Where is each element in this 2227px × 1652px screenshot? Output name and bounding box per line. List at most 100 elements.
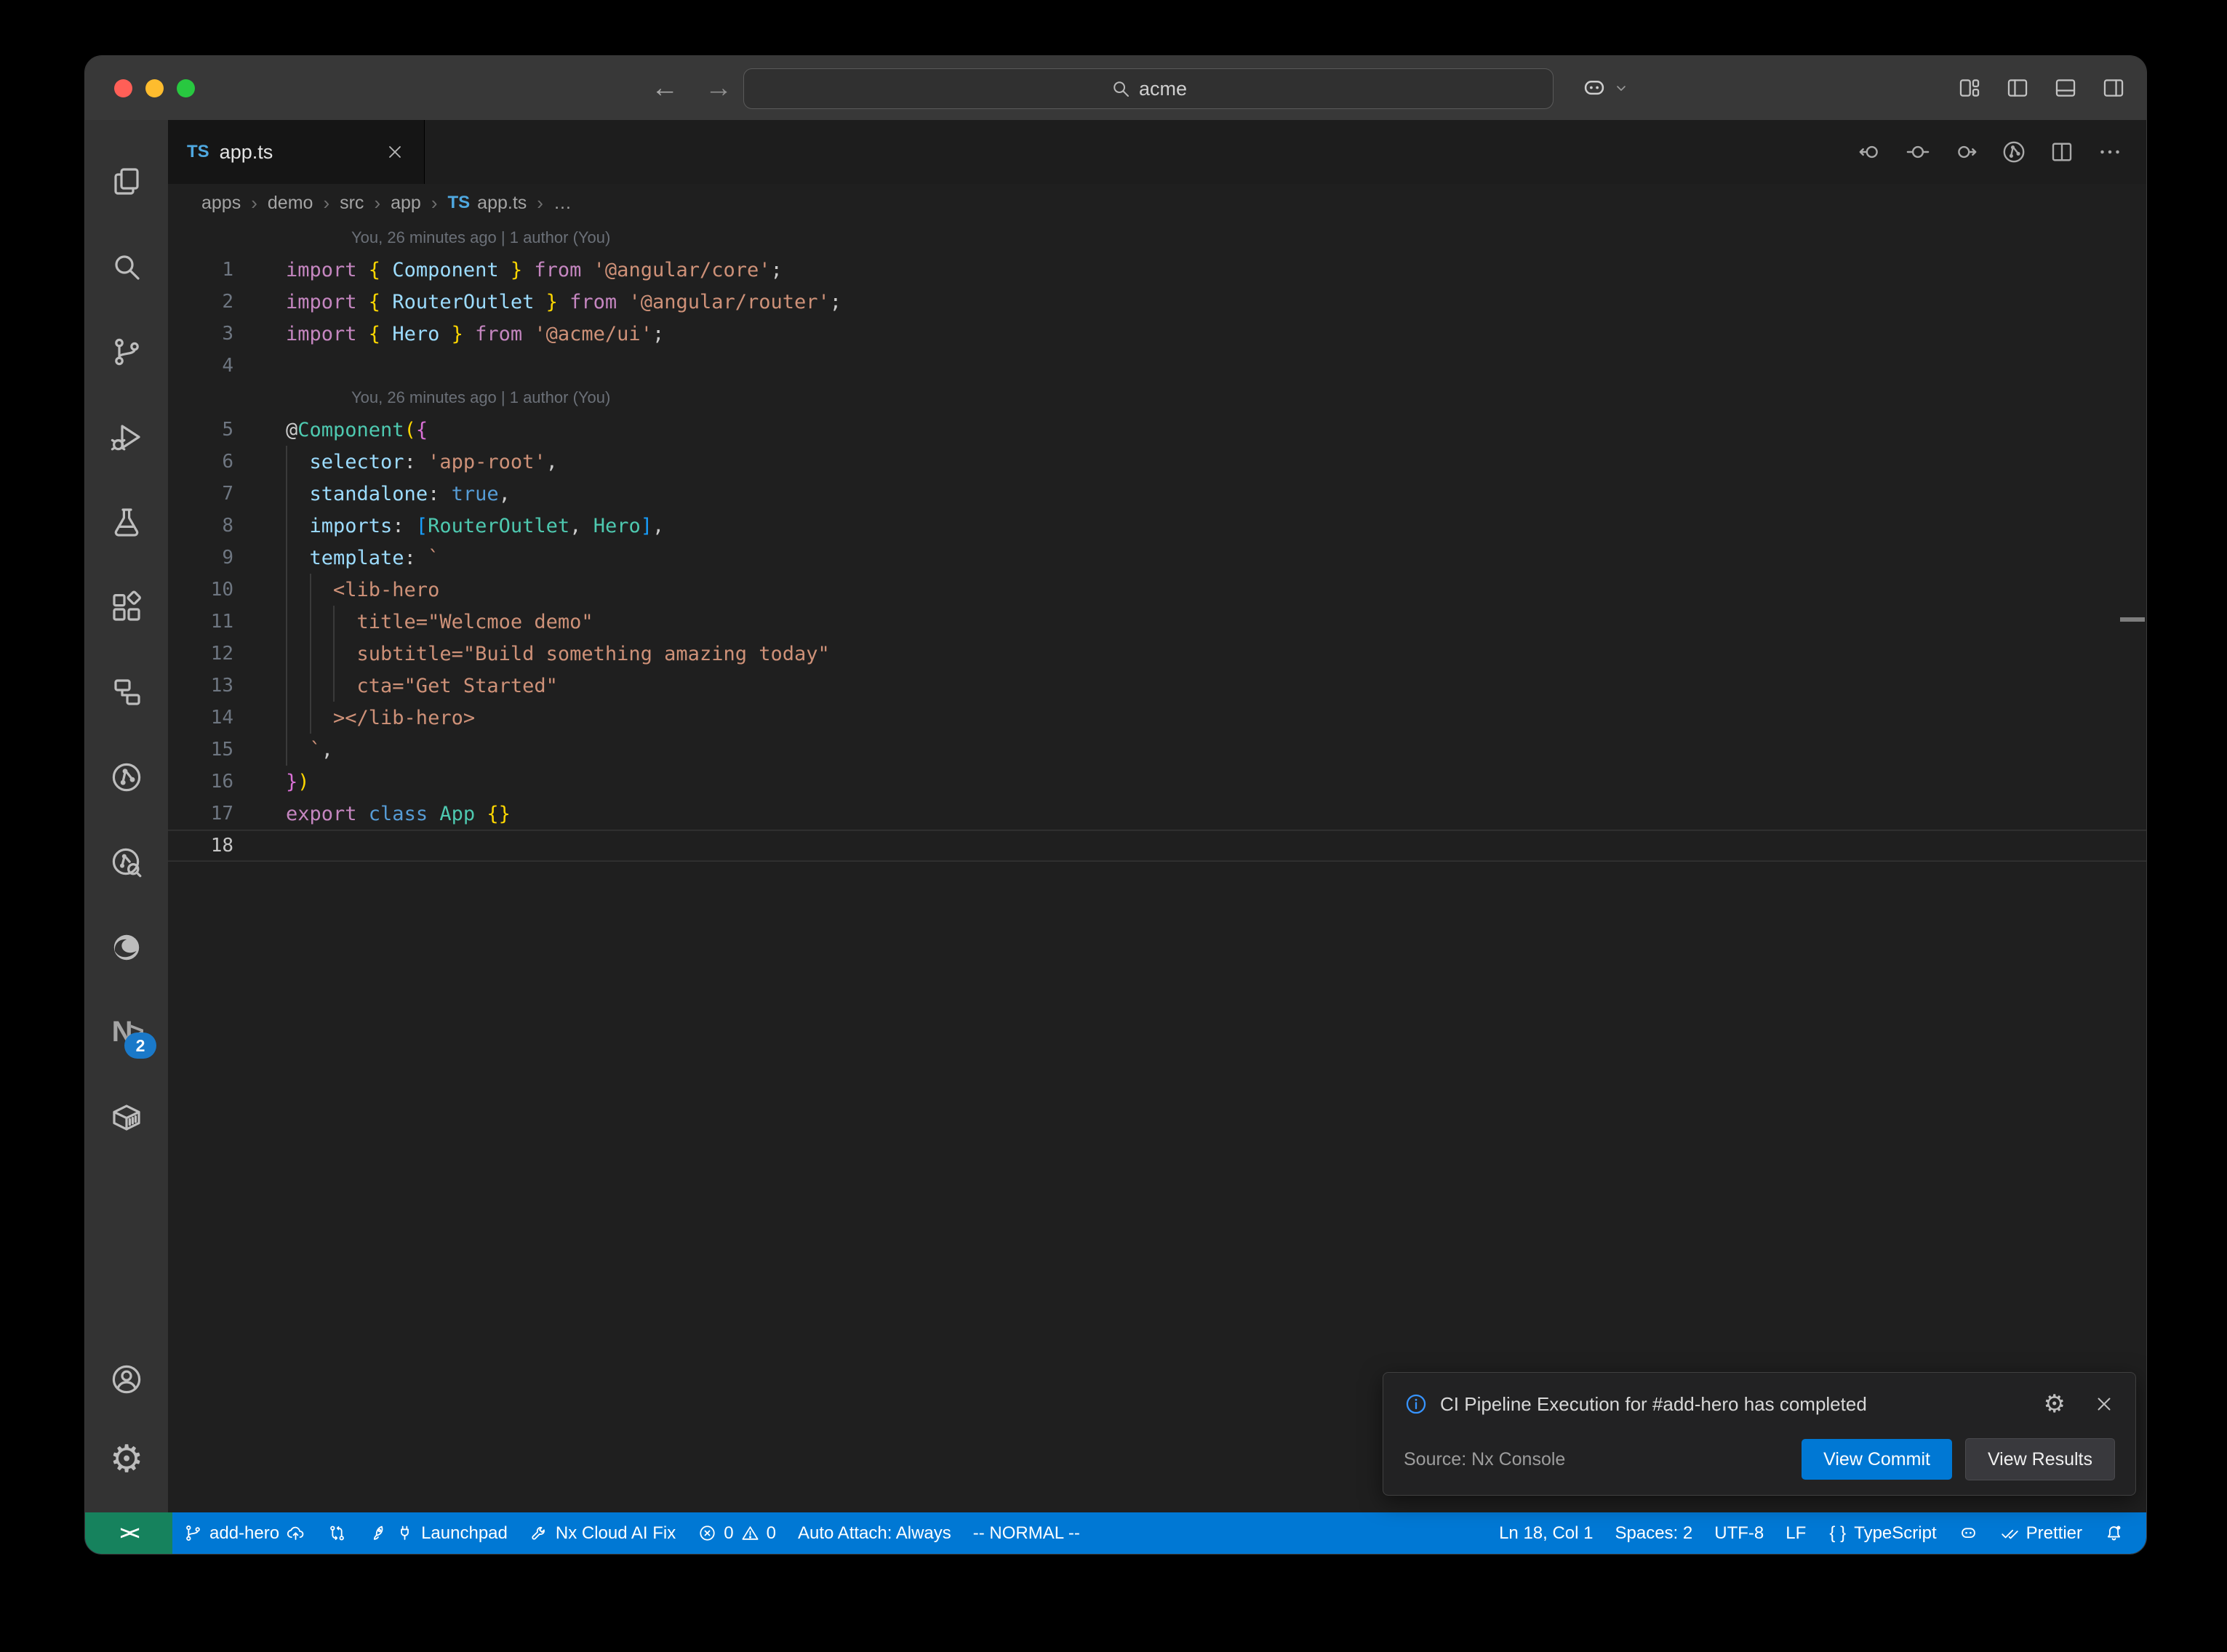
- status-text: Prettier: [2026, 1523, 2082, 1544]
- activity-bar: N>2 ⚙: [85, 120, 168, 1512]
- code-text: `,: [286, 739, 333, 761]
- status-text: add-hero: [209, 1523, 279, 1544]
- status-prettier[interactable]: Prettier: [1989, 1512, 2093, 1554]
- code-editor[interactable]: You, 26 minutes ago | 1 author (You)1imp…: [168, 222, 2146, 1512]
- copilot-menu[interactable]: [1580, 56, 1630, 120]
- forward-button[interactable]: →: [705, 56, 732, 120]
- search-value: acme: [1139, 78, 1187, 100]
- view-results-button[interactable]: View Results: [1965, 1438, 2115, 1480]
- line-number: 8: [168, 515, 233, 537]
- tab-bar: TS app.ts: [168, 120, 2146, 184]
- line-number: 6: [168, 451, 233, 473]
- code-text: selector: 'app-root',: [286, 451, 558, 473]
- status-encoding[interactable]: UTF-8: [1703, 1512, 1775, 1554]
- line-number: 17: [168, 803, 233, 825]
- breadcrumb-item[interactable]: apps: [201, 193, 241, 214]
- tab-app-ts[interactable]: TS app.ts: [168, 120, 425, 184]
- vscode-window: ← → acme N>2 ⚙ TS app.ts: [84, 55, 2147, 1555]
- line-number: 5: [168, 419, 233, 441]
- view-commit-button[interactable]: View Commit: [1802, 1439, 1952, 1480]
- notification-close-icon[interactable]: [2093, 1393, 2115, 1415]
- activity-item-nx-cloud[interactable]: N>2: [85, 990, 168, 1075]
- cloud-upload-icon: [286, 1523, 305, 1543]
- source-control-icon: [109, 334, 144, 369]
- code-text: <lib-hero: [286, 579, 439, 601]
- activity-item-accounts[interactable]: [85, 1339, 168, 1419]
- status-notifications[interactable]: [2093, 1512, 2135, 1554]
- nx-graph-button[interactable]: [2001, 139, 2027, 165]
- code-line-18: 18: [168, 830, 2146, 862]
- toggle-panel-button[interactable]: [2053, 76, 2078, 100]
- code-text: imports: [RouterOutlet, Hero],: [286, 515, 664, 537]
- code-line-13: 13 cta="Get Started": [168, 670, 2146, 702]
- breadcrumb-item[interactable]: demo: [268, 193, 313, 214]
- status-launchpad[interactable]: Launchpad: [358, 1512, 519, 1554]
- previous-change-button[interactable]: [1857, 139, 1883, 165]
- status-bar-right: Ln 18, Col 1 Spaces: 2UTF-8LF{ }TypeScrip…: [1488, 1512, 2146, 1554]
- minimize-window-button[interactable]: [145, 79, 164, 97]
- breadcrumb-item[interactable]: app: [391, 193, 421, 214]
- breadcrumb-file[interactable]: TSapp.ts: [448, 193, 527, 214]
- activity-item-nx-project-graph[interactable]: [85, 734, 168, 819]
- status-language-mode[interactable]: { }TypeScript: [1817, 1512, 1947, 1554]
- typescript-file-icon: TS: [187, 142, 209, 162]
- status-copilot-status[interactable]: [1948, 1512, 1989, 1554]
- command-center-search[interactable]: acme: [743, 68, 1554, 109]
- code-line-7: 7 standalone: true,: [168, 478, 2146, 510]
- status-vim-mode[interactable]: -- NORMAL --: [962, 1512, 1091, 1554]
- customize-layout-button[interactable]: [1957, 76, 1982, 100]
- code-text: title="Welcmoe demo": [286, 611, 593, 633]
- close-window-button[interactable]: [114, 79, 132, 97]
- open-change-button[interactable]: [1905, 139, 1931, 165]
- code-text: cta="Get Started": [286, 675, 558, 697]
- blame-text: You, 26 minutes ago | 1 author (You): [351, 228, 610, 247]
- git-blame-annotation: You, 26 minutes ago | 1 author (You): [168, 222, 2146, 254]
- status-nx-cloud-ai-fix[interactable]: Nx Cloud AI Fix: [519, 1512, 687, 1554]
- activity-item-edge-tools[interactable]: [85, 905, 168, 990]
- activity-item-nx-console[interactable]: [85, 649, 168, 734]
- status-remote-indicator[interactable]: ><: [85, 1512, 172, 1554]
- next-change-button[interactable]: [1953, 139, 1979, 165]
- status-eol[interactable]: LF: [1775, 1512, 1817, 1554]
- breadcrumb-more[interactable]: …: [553, 193, 572, 214]
- activity-item-settings[interactable]: ⚙: [85, 1419, 168, 1499]
- breadcrumb: apps›demo›src›app›TSapp.ts›…: [168, 184, 2146, 222]
- line-number: 12: [168, 643, 233, 665]
- status-text: -- NORMAL --: [973, 1523, 1080, 1544]
- activity-item-run-debug[interactable]: [85, 394, 168, 479]
- activity-item-extensions[interactable]: [85, 564, 168, 649]
- back-button[interactable]: ←: [651, 56, 679, 120]
- rocket-icon: [369, 1523, 388, 1543]
- notification-settings-icon[interactable]: ⚙: [2044, 1392, 2066, 1416]
- activity-item-search[interactable]: [85, 224, 168, 309]
- activity-item-nx-graph-search[interactable]: [85, 819, 168, 905]
- split-editor-button[interactable]: [2049, 139, 2075, 165]
- activity-item-explorer[interactable]: [85, 139, 168, 224]
- close-tab-icon[interactable]: [385, 142, 405, 162]
- status-indentation[interactable]: Spaces: 2: [1604, 1512, 1704, 1554]
- status-auto-attach[interactable]: Auto Attach: Always: [787, 1512, 962, 1554]
- status-problems[interactable]: 00: [687, 1512, 787, 1554]
- status-git-branch[interactable]: add-hero: [172, 1512, 316, 1554]
- toggle-secondary-sidebar-button[interactable]: [2101, 76, 2126, 100]
- status-text: Launchpad: [421, 1523, 508, 1544]
- more-actions-button[interactable]: [2097, 139, 2123, 165]
- code-text: export class App {}: [286, 803, 511, 825]
- toggle-primary-sidebar-button[interactable]: [2005, 76, 2030, 100]
- status-git-compare[interactable]: [316, 1512, 358, 1554]
- chevron-right-icon: ›: [537, 192, 543, 214]
- activity-item-testing[interactable]: [85, 479, 168, 564]
- line-number: 18: [168, 835, 233, 857]
- chevron-right-icon: ›: [374, 192, 380, 214]
- breadcrumb-item[interactable]: src: [340, 193, 364, 214]
- status-text: Ln 18, Col 1: [1499, 1523, 1593, 1544]
- zoom-window-button[interactable]: [177, 79, 195, 97]
- status-cursor-position[interactable]: Ln 18, Col 1: [1488, 1512, 1604, 1554]
- activity-item-source-control[interactable]: [85, 309, 168, 394]
- activity-item-containers[interactable]: [85, 1075, 168, 1160]
- beaker-icon: [109, 505, 144, 540]
- graph-circle-icon: [109, 760, 144, 795]
- line-number: 15: [168, 739, 233, 761]
- typescript-file-icon: TS: [448, 193, 471, 213]
- container-icon: [109, 1100, 144, 1135]
